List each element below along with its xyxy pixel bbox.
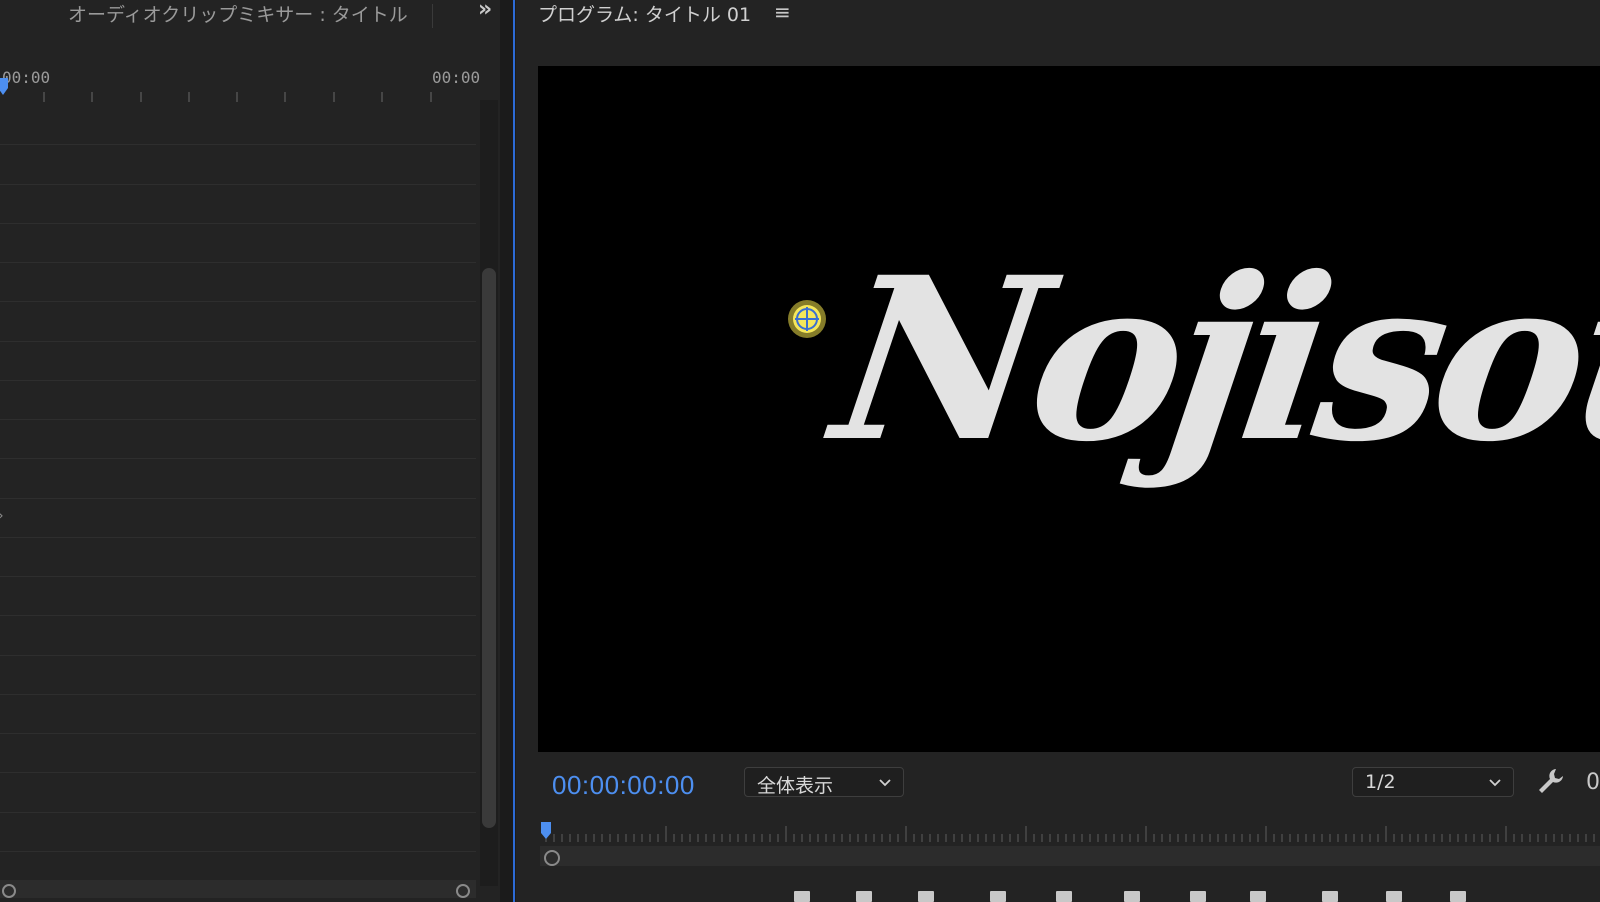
mark-out-icon[interactable] (852, 886, 876, 902)
expand-arrow-icon[interactable]: › (0, 508, 4, 524)
active-panel-accent (513, 0, 515, 902)
tab-divider (432, 4, 433, 28)
step-forward-icon[interactable] (1120, 886, 1144, 902)
chevron-down-icon (879, 779, 891, 787)
horizontal-zoom-scrollbar[interactable] (0, 880, 476, 898)
zoom-scroll-handle[interactable] (544, 850, 560, 866)
mixer-track-area[interactable] (0, 104, 476, 886)
chevron-down-icon (1489, 779, 1501, 787)
step-back-icon[interactable] (986, 886, 1010, 902)
scroll-handle-right[interactable] (456, 884, 470, 898)
resolution-label: 1/2 (1365, 771, 1396, 793)
playback-resolution-dropdown[interactable]: 1/2 (1352, 767, 1514, 797)
duration-timecode-clipped: 0 (1586, 770, 1600, 795)
monitor-playhead-marker[interactable] (540, 822, 552, 840)
crosshair-anchor-icon[interactable] (786, 298, 828, 340)
go-to-in-icon[interactable] (914, 886, 938, 902)
zoom-level-label: 全体表示 (757, 775, 834, 797)
zoom-level-dropdown[interactable]: 全体表示 (744, 767, 904, 797)
mark-in-icon[interactable] (790, 886, 814, 902)
play-icon[interactable] (1052, 886, 1076, 902)
export-frame-icon[interactable] (1382, 886, 1406, 902)
monitor-time-ruler[interactable] (540, 818, 1600, 846)
monitor-zoom-scrollbar[interactable] (540, 846, 1600, 866)
extract-icon[interactable] (1318, 886, 1342, 902)
wrench-icon[interactable] (1536, 766, 1566, 796)
program-monitor-tab[interactable]: プログラム: タイトル 01 (538, 0, 751, 27)
double-chevron-right-icon[interactable]: » (478, 0, 500, 22)
ruler-ticks (43, 92, 432, 102)
audio-clip-mixer-tab[interactable]: オーディオクリップミキサー : タイトル (68, 0, 408, 27)
ruler-timecode-end: 00:00 (432, 68, 481, 87)
lift-icon[interactable] (1246, 886, 1270, 902)
transport-controls (790, 886, 1600, 902)
hamburger-menu-icon[interactable]: ≡ (774, 0, 791, 24)
left-playhead-marker[interactable] (0, 78, 10, 96)
vertical-scroll-thumb[interactable] (482, 268, 496, 828)
go-to-out-icon[interactable] (1186, 886, 1210, 902)
playhead-timecode[interactable]: 00:00:00:00 (552, 770, 695, 801)
scroll-handle-left[interactable] (2, 884, 16, 898)
program-video-frame[interactable]: Nojisou (538, 66, 1600, 752)
comparison-view-icon[interactable] (1446, 886, 1470, 902)
title-text-layer[interactable]: Nojisou (822, 228, 1600, 491)
